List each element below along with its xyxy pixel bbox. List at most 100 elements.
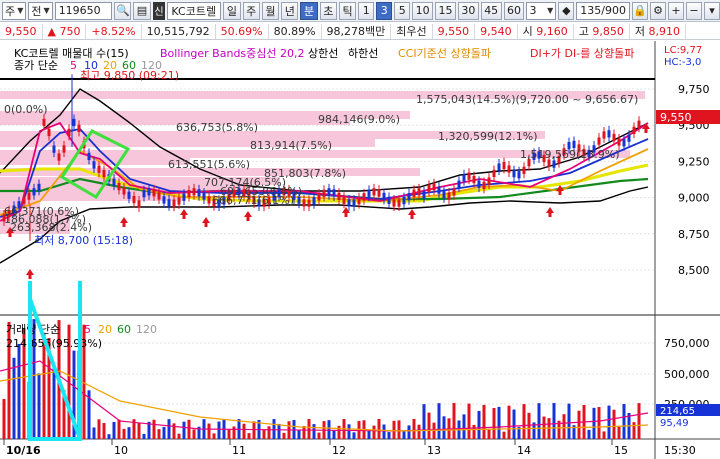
- volume-bar: [192, 429, 196, 439]
- stock-picker-button[interactable]: ▤: [133, 1, 151, 20]
- candle-body: [207, 196, 211, 204]
- candle-body: [317, 193, 321, 201]
- stock-chart[interactable]: KC코트렐 매물대 수(15) Bollinger Bands중심선 20,2 …: [0, 41, 720, 459]
- price-tick-label: 9,000: [678, 192, 710, 205]
- volume-bar: [37, 373, 41, 439]
- volume-bar: [117, 419, 121, 439]
- time-tag: 15:30: [664, 444, 696, 457]
- price-tick-label: 9,750: [678, 83, 710, 96]
- mode-select[interactable]: 전 ▼: [28, 1, 53, 20]
- period-tab-year[interactable]: 년: [281, 1, 299, 20]
- period-tab-minute[interactable]: 분: [300, 1, 318, 20]
- volume-bar: [462, 414, 466, 439]
- zoom-in-button[interactable]: +: [668, 1, 684, 20]
- minute-button-5[interactable]: 5: [394, 1, 411, 20]
- candle-body: [622, 139, 626, 147]
- candle-body: [172, 199, 176, 207]
- minute-button-30[interactable]: 30: [457, 1, 479, 20]
- interval-select[interactable]: 3 ▼: [526, 1, 557, 20]
- volume-bar: [412, 419, 416, 439]
- candle-body: [142, 190, 146, 198]
- candle-body: [162, 196, 166, 204]
- minute-button-1[interactable]: 1: [358, 1, 375, 20]
- candle-body: [337, 192, 341, 200]
- minute-button-15[interactable]: 15: [435, 1, 456, 20]
- volume-bar: [267, 426, 271, 439]
- candle-body: [627, 134, 631, 142]
- zoom-out-icon: −: [689, 4, 699, 17]
- candle-body: [512, 170, 516, 178]
- volume-bar: [232, 426, 236, 439]
- minute-button-60[interactable]: 60: [503, 1, 525, 20]
- candle-body: [502, 161, 506, 170]
- settings-button[interactable]: ⚙: [650, 1, 666, 20]
- stock-name: KC코트렐: [171, 4, 217, 18]
- price-change-value: 750: [59, 24, 81, 38]
- open-price: 시 9,160: [518, 23, 574, 39]
- candle-body: [487, 177, 491, 185]
- high-mark: 최고 9,850 (09:21): [80, 69, 179, 82]
- x-tick-label: 14: [517, 444, 531, 457]
- volume-bar: [137, 423, 141, 439]
- volume-bar: [272, 419, 276, 439]
- candle-body: [467, 172, 471, 180]
- period-tab-tick[interactable]: 틱: [338, 1, 357, 20]
- minute-button-45[interactable]: 45: [480, 1, 502, 20]
- price-tick-label: 8,500: [678, 264, 710, 277]
- volume-bar: [397, 420, 401, 439]
- candle-body: [147, 188, 151, 196]
- x-tick-label: 15: [614, 444, 628, 457]
- zoom-out-button[interactable]: −: [686, 1, 702, 20]
- trade-volume: 10,515,792: [142, 23, 216, 39]
- stock-code-value: 119650: [58, 4, 101, 17]
- profile-label: 613,551(5.6%): [168, 158, 250, 171]
- period-tab-month[interactable]: 월: [261, 1, 280, 20]
- minute-button-3[interactable]: 3: [376, 1, 393, 20]
- candle-body: [67, 128, 71, 136]
- candle-body: [202, 192, 206, 200]
- period-tab-second[interactable]: 초: [319, 1, 337, 20]
- volume-bar: [497, 406, 501, 439]
- period-tab-week[interactable]: 주: [242, 1, 260, 20]
- bid-price: 9,540: [475, 23, 518, 39]
- candle-body: [42, 118, 46, 127]
- candle-body: [437, 186, 441, 194]
- volume-bar: [152, 419, 156, 439]
- search-button[interactable]: 🔍: [114, 1, 132, 20]
- candle-body: [187, 189, 191, 198]
- volume-bar: [522, 404, 526, 439]
- toggle-button[interactable]: ◆: [558, 1, 575, 20]
- volume-bar: [2, 399, 6, 439]
- candle-body: [412, 189, 416, 197]
- interval-value: 3: [529, 4, 537, 17]
- candle-body: [497, 163, 501, 171]
- profile-label: 1,519,569(13.9%): [520, 148, 620, 161]
- volume-bar: [297, 430, 301, 439]
- stock-code-input[interactable]: 119650: [54, 1, 113, 20]
- volume-bar: [512, 409, 516, 439]
- zoom-in-icon: +: [671, 4, 681, 17]
- low-label: 저: [634, 24, 646, 38]
- volume-bar: [472, 424, 476, 439]
- volume-tick-label: 500,000: [664, 368, 710, 381]
- open-label: 시: [522, 24, 533, 38]
- minute-button-10[interactable]: 10: [412, 1, 434, 20]
- data-count-field[interactable]: 135/900: [576, 1, 630, 20]
- volume-tag-2: 95,49: [660, 418, 689, 429]
- type-select[interactable]: 주 ▼: [2, 1, 27, 20]
- ask-price: 9,550: [433, 23, 476, 39]
- right-indicator-2: HC:-3,0: [664, 57, 701, 68]
- candle-body: [152, 189, 156, 197]
- expand-button[interactable]: ▾: [704, 1, 720, 20]
- lock-button[interactable]: 🔒: [632, 1, 648, 20]
- candle-body: [422, 191, 426, 199]
- candle-body: [407, 193, 411, 201]
- profile-label: 813,914(7.5%): [250, 139, 332, 152]
- candle-body: [482, 181, 486, 189]
- period-tab-day[interactable]: 일: [223, 1, 241, 20]
- profile-label: 1,575,043(14.5%)(9,720.00 ~ 9,656.67): [416, 93, 638, 106]
- x-tick-label: 10/16: [6, 444, 41, 457]
- volume-bar: [612, 409, 616, 439]
- candle-body: [22, 196, 26, 205]
- candle-body: [402, 197, 406, 205]
